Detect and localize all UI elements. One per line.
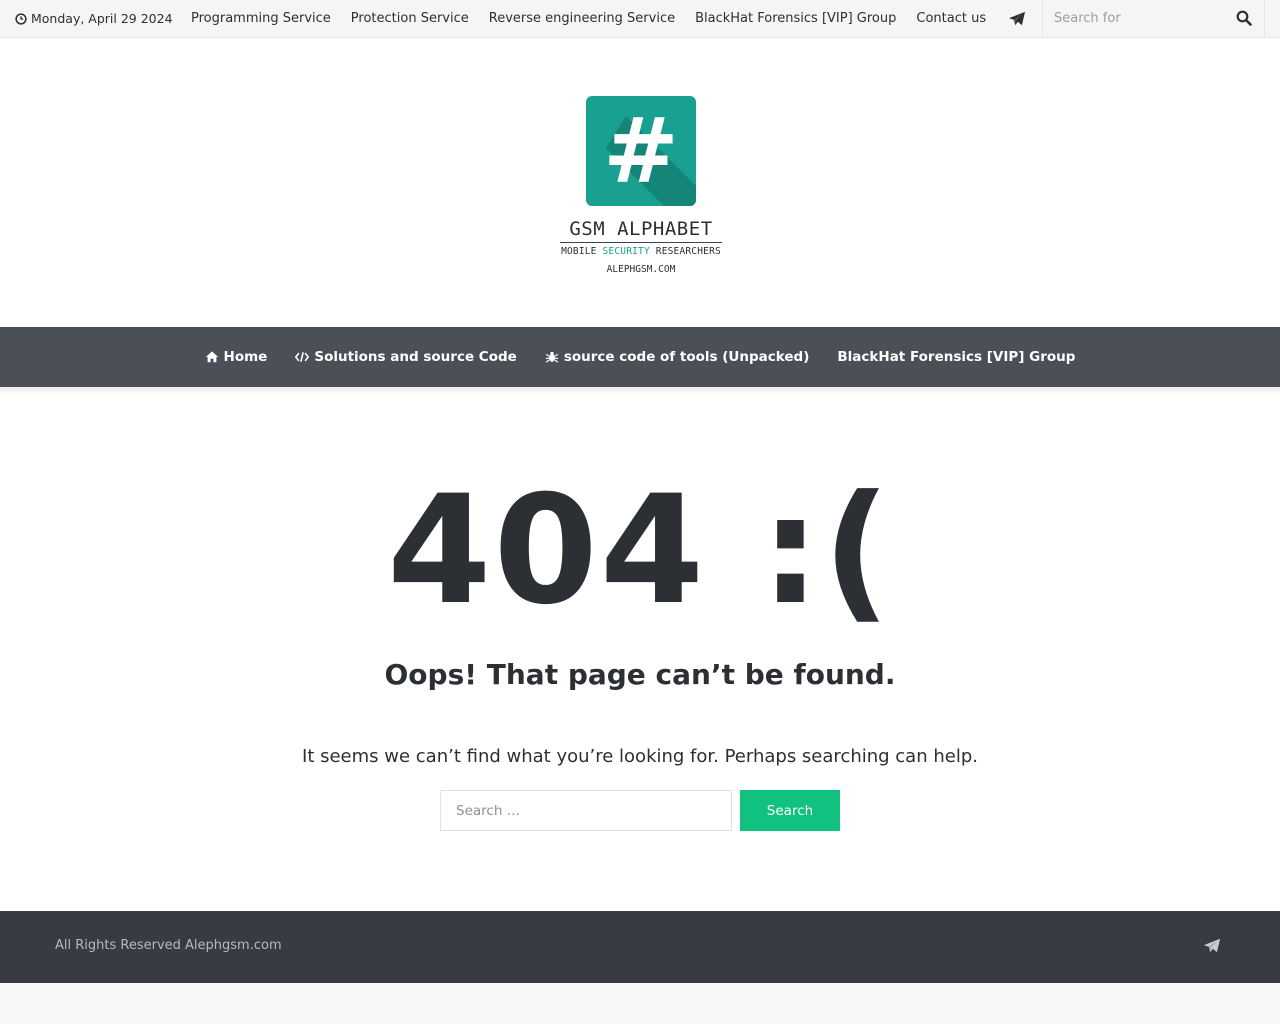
top-nav: Programming Service Protection Service R… bbox=[181, 0, 996, 37]
nav-shadow bbox=[0, 387, 1280, 396]
error-description: It seems we can’t find what you’re looki… bbox=[302, 746, 978, 767]
top-nav-contact-us[interactable]: Contact us bbox=[906, 1, 996, 37]
logo-site: ALEPHGSM.COM bbox=[606, 264, 676, 275]
top-nav-blackhat-forensics[interactable]: BlackHat Forensics [VIP] Group bbox=[685, 1, 906, 37]
telegram-icon[interactable] bbox=[1203, 937, 1221, 955]
code-icon bbox=[295, 352, 310, 362]
bug-icon bbox=[545, 351, 558, 363]
main-nav-home[interactable]: Home bbox=[191, 327, 282, 387]
home-icon bbox=[205, 351, 218, 363]
top-date: Monday, April 29 2024 bbox=[15, 0, 173, 37]
logo-brand: GSM ALPHABET bbox=[569, 218, 713, 240]
top-bar: Monday, April 29 2024 Programming Servic… bbox=[0, 0, 1280, 38]
date-text: Monday, April 29 2024 bbox=[31, 10, 173, 26]
logo-divider bbox=[560, 242, 722, 243]
search-icon[interactable] bbox=[1236, 10, 1252, 26]
telegram-top-link[interactable] bbox=[1004, 8, 1030, 30]
top-search-input[interactable] bbox=[1043, 0, 1228, 36]
main-nav-tools-source[interactable]: source code of tools (Unpacked) bbox=[531, 327, 824, 387]
error-code: 404 :( bbox=[387, 464, 893, 638]
error-search-input[interactable] bbox=[440, 790, 732, 831]
error-content: 404 :( Oops! That page can’t be found. I… bbox=[0, 396, 1280, 911]
footer-copyright: All Rights Reserved Alephgsm.com bbox=[55, 938, 282, 953]
site-header: # GSM ALPHABET MOBILE SECURITY RESEARCHE… bbox=[0, 38, 1280, 327]
logo-tagline: MOBILE SECURITY RESEARCHERS bbox=[561, 246, 721, 257]
top-nav-protection-service[interactable]: Protection Service bbox=[341, 1, 479, 37]
main-nav-solutions[interactable]: Solutions and source Code bbox=[281, 327, 530, 387]
top-nav-reverse-engineering-service[interactable]: Reverse engineering Service bbox=[479, 1, 685, 37]
top-nav-programming-service[interactable]: Programming Service bbox=[181, 1, 341, 37]
search-button[interactable]: Search bbox=[740, 790, 840, 831]
error-title: Oops! That page can’t be found. bbox=[384, 658, 896, 691]
main-nav: Home Solutions and source Code source co… bbox=[0, 327, 1280, 387]
page-bottom bbox=[0, 983, 1280, 1024]
site-footer: All Rights Reserved Alephgsm.com bbox=[0, 911, 1280, 983]
top-search bbox=[1042, 0, 1265, 37]
clock-icon bbox=[15, 12, 27, 25]
telegram-icon bbox=[1009, 11, 1025, 26]
site-logo[interactable]: # GSM ALPHABET MOBILE SECURITY RESEARCHE… bbox=[558, 96, 724, 278]
error-search-form: Search bbox=[440, 790, 840, 831]
logo-hash-symbol: # bbox=[603, 99, 679, 204]
main-nav-blackhat-forensics[interactable]: BlackHat Forensics [VIP] Group bbox=[823, 327, 1089, 387]
